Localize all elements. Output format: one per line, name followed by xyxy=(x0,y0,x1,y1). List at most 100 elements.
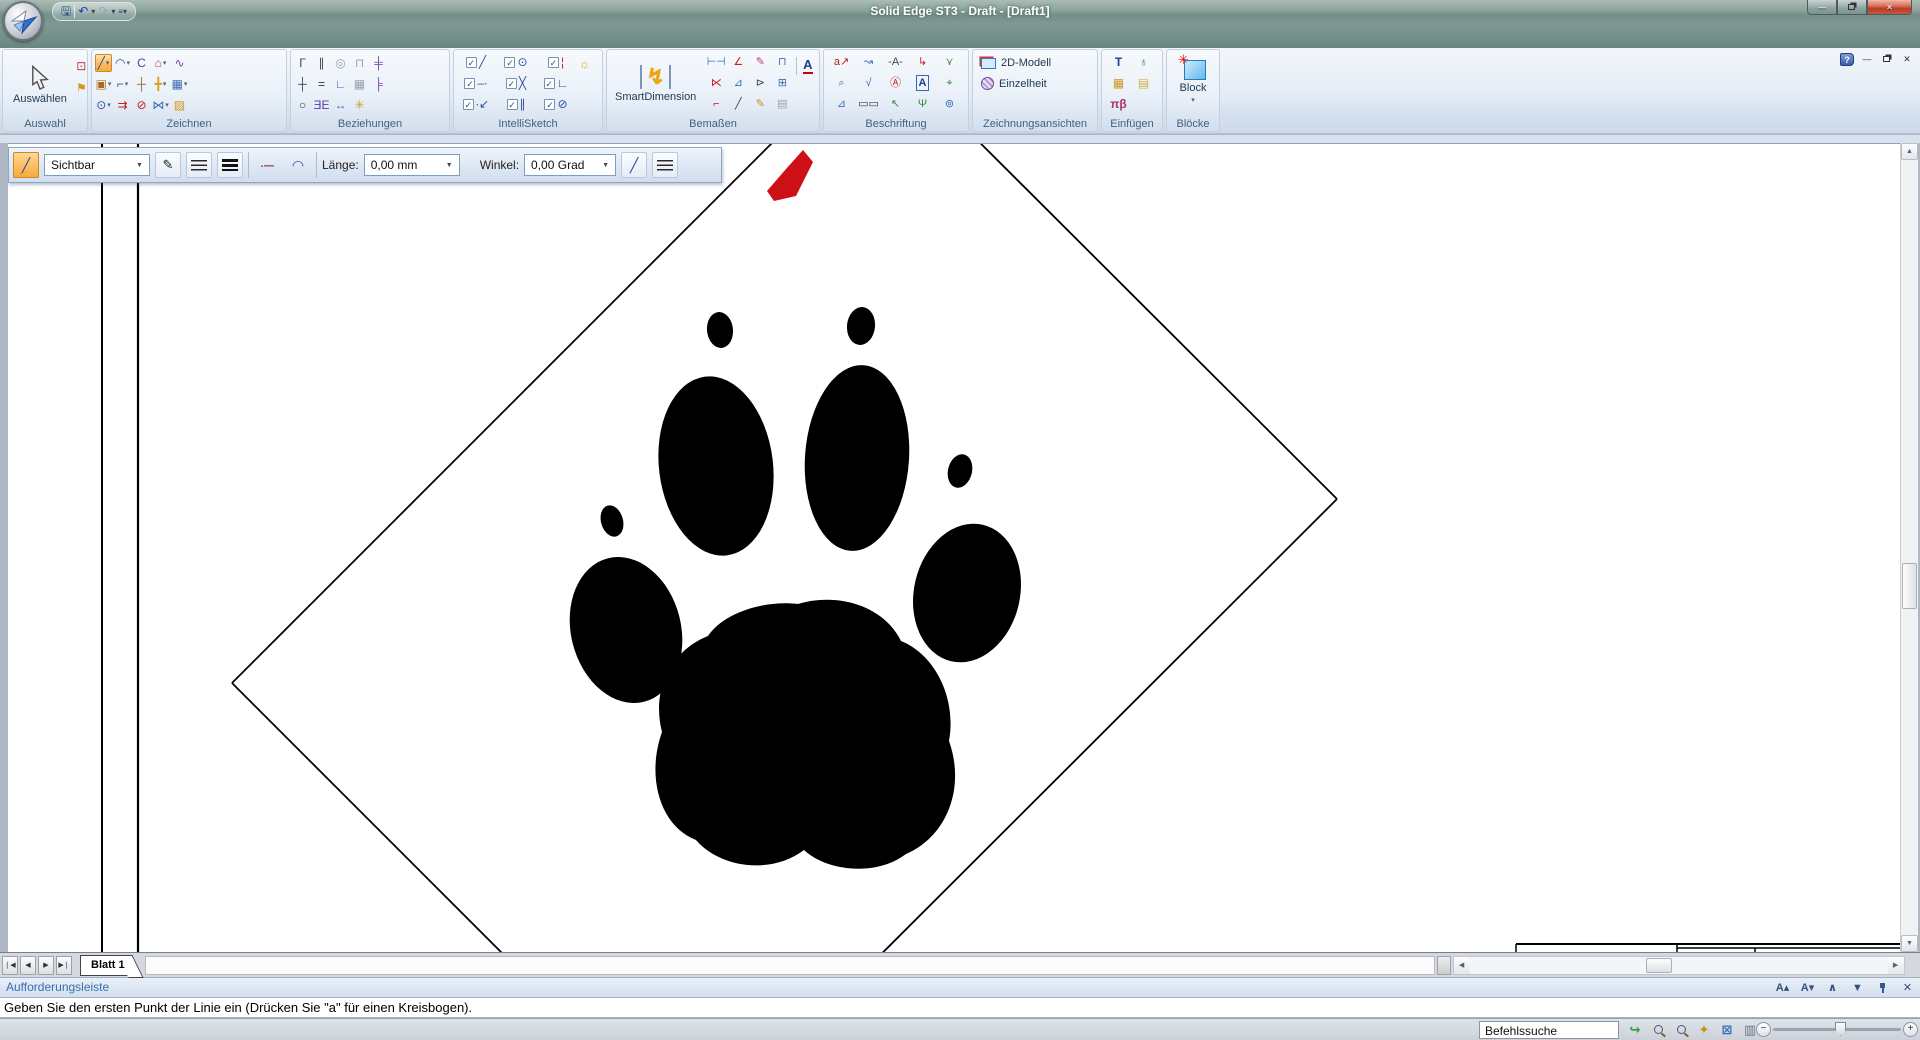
peer-relation[interactable]: ╞ xyxy=(370,75,387,93)
doc-restore-button[interactable] xyxy=(1880,54,1894,64)
surface-finish[interactable]: √ xyxy=(855,74,882,92)
horizontal-scrollbar[interactable]: ◀ ▶ xyxy=(1453,956,1905,975)
font-increase-icon[interactable]: A▴ xyxy=(1774,979,1791,997)
datum-target[interactable]: ⊿ xyxy=(828,95,855,113)
paw-print-drawing[interactable] xyxy=(555,306,1035,869)
redo-dropdown-icon[interactable]: ▾ xyxy=(111,7,115,16)
intellisketch-endpoint[interactable]: ✓ –∙ xyxy=(456,74,496,92)
doc-minimize-button[interactable]: — xyxy=(1860,54,1874,64)
line-color-button[interactable]: ✎ xyxy=(155,152,181,178)
contour-tool[interactable]: ⌂▾ xyxy=(152,54,169,72)
intellisketch-intersection[interactable]: ✓ ╳ xyxy=(496,74,536,92)
perpendicular-relation[interactable]: ∟ xyxy=(332,75,349,93)
block-dropdown-icon[interactable]: ▾ xyxy=(1191,96,1195,104)
block-button[interactable]: Block xyxy=(1180,82,1207,94)
prev-sheet-button[interactable]: ◀ xyxy=(20,956,36,975)
font-decrease-icon[interactable]: A▾ xyxy=(1799,979,1816,997)
angle-between[interactable]: ∠ xyxy=(727,53,749,71)
checkbox[interactable]: ✓ xyxy=(544,99,555,110)
select-fence-icon[interactable]: ⚑ xyxy=(73,79,90,97)
dimension-painter[interactable]: ✎ xyxy=(749,95,771,113)
intellisketch-options-icon[interactable]: ☼ xyxy=(576,55,593,73)
line-width-button[interactable] xyxy=(217,152,243,178)
insert-hyperlink[interactable]: ♁ xyxy=(1131,53,1156,71)
checkbox[interactable]: ✓ xyxy=(507,99,518,110)
arc-tool[interactable]: ◠▾ xyxy=(114,54,131,72)
toe-lower-right[interactable] xyxy=(900,513,1035,673)
corner-dimension[interactable]: ⌐ xyxy=(705,95,727,113)
mirror-tool[interactable]: ⋈▾ xyxy=(152,96,169,114)
vertical-scroll-thumb[interactable] xyxy=(1902,563,1917,609)
select-button[interactable]: Auswählen xyxy=(7,54,73,116)
collapse-icon[interactable]: ∧ xyxy=(1824,979,1841,997)
trim-tool[interactable]: ⊘ xyxy=(133,96,150,114)
intellisketch-tangent[interactable]: ✓ ⊘ xyxy=(536,95,576,113)
reference-frame[interactable]: -A- xyxy=(882,53,909,71)
red-brush-mark[interactable] xyxy=(767,150,813,201)
scroll-right-button[interactable]: ▶ xyxy=(1888,957,1904,974)
next-sheet-button[interactable]: ▶ xyxy=(38,956,54,975)
claw-mid-left[interactable] xyxy=(597,503,627,540)
undo-button[interactable]: ↶ xyxy=(78,4,88,19)
midpoint-relation[interactable]: ┼ xyxy=(294,75,311,93)
zoom-area-icon[interactable] xyxy=(1651,1022,1665,1037)
callout[interactable]: a↗ xyxy=(828,53,855,71)
pin-icon[interactable] xyxy=(1874,979,1891,997)
expand-icon[interactable]: ▼ xyxy=(1849,979,1866,997)
fillet-tool[interactable]: ⌐▾ xyxy=(114,75,131,93)
balloon[interactable]: Ⓐ xyxy=(882,74,909,92)
save-button[interactable]: 🖫 xyxy=(61,4,71,19)
close-prompt-icon[interactable]: ✕ xyxy=(1899,979,1916,997)
redo-button[interactable]: ↷ xyxy=(98,4,108,19)
stroke-type-button[interactable] xyxy=(652,152,678,178)
sheet-edge-top-right[interactable] xyxy=(876,144,1337,499)
line-segment-button[interactable]: ∙─ xyxy=(254,152,280,178)
customize-qat-icon[interactable]: ≡▾ xyxy=(118,7,127,16)
distance-between[interactable]: ⊢⊣ xyxy=(705,53,727,71)
intellisketch-center[interactable]: ✓ ⊙ xyxy=(496,53,536,71)
checkbox[interactable]: ✓ xyxy=(463,99,474,110)
minimize-button[interactable]: — xyxy=(1807,0,1837,15)
equal-relation[interactable]: = xyxy=(313,75,330,93)
pan-sheet-icon[interactable]: ▥ xyxy=(1743,1022,1757,1037)
insert-text[interactable]: T xyxy=(1106,53,1131,71)
arc-segment-button[interactable]: ◠ xyxy=(285,152,311,178)
paw-main-pad[interactable] xyxy=(655,600,955,869)
parallel-relation[interactable]: ∥ xyxy=(313,54,330,72)
checkbox[interactable]: ✓ xyxy=(506,78,517,89)
last-sheet-button[interactable]: ▶❘ xyxy=(56,956,72,975)
scroll-left-button[interactable]: ◀ xyxy=(1454,957,1470,974)
select-options-icon[interactable]: ⊡ xyxy=(73,57,90,75)
datum-frame[interactable]: ↝ xyxy=(855,53,882,71)
symmetric-diameter[interactable]: ⋉ xyxy=(705,74,727,92)
intellisketch-perpendicular[interactable]: ✓ ∟ xyxy=(536,74,576,92)
vertical-scrollbar[interactable]: ▲ ▼ xyxy=(1900,143,1918,977)
line-command-button[interactable]: ╱ xyxy=(13,152,39,178)
detail-magnifier[interactable]: ⌕ xyxy=(828,74,855,92)
circle-tool[interactable]: ⊙▾ xyxy=(95,96,112,114)
claw-right[interactable] xyxy=(944,452,976,491)
intellisketch-parallel[interactable]: ✓ ∥ xyxy=(496,95,536,113)
help-icon[interactable]: ? xyxy=(1840,53,1854,66)
dimension-edit[interactable]: ✎ xyxy=(749,53,771,71)
angle-input[interactable]: 0,00 Grad ▼ xyxy=(524,154,616,176)
leader[interactable]: ↖ xyxy=(882,95,909,113)
restore-button[interactable] xyxy=(1837,0,1867,15)
insert-symbol[interactable]: πβ xyxy=(1106,95,1131,113)
checkbox[interactable]: ✓ xyxy=(504,57,515,68)
zoom-in-button[interactable]: + xyxy=(1903,1022,1918,1037)
sketch-wand-icon[interactable]: ✦ xyxy=(1697,1022,1711,1037)
curve-tool[interactable]: C xyxy=(133,54,150,72)
hatch-tool[interactable]: ▨ xyxy=(171,96,188,114)
horizontal-vertical-relation[interactable]: ↔ xyxy=(332,96,349,114)
dimension-style-icon[interactable]: A xyxy=(796,57,813,75)
scroll-up-button[interactable]: ▲ xyxy=(1901,143,1918,160)
zoom-slider-track[interactable] xyxy=(1773,1028,1901,1031)
rectangle-tool[interactable]: ▣▾ xyxy=(95,75,112,93)
layer-select[interactable]: Sichtbar ▼ xyxy=(44,154,150,176)
scroll-down-button[interactable]: ▼ xyxy=(1901,935,1918,952)
model-2d-button[interactable]: 2D-Modell xyxy=(977,56,1093,70)
retrieve-dimensions[interactable]: ▤ xyxy=(771,95,793,113)
lock-dimension[interactable]: ╪ xyxy=(370,54,387,72)
concentric-relation[interactable]: ◎ xyxy=(332,54,349,72)
